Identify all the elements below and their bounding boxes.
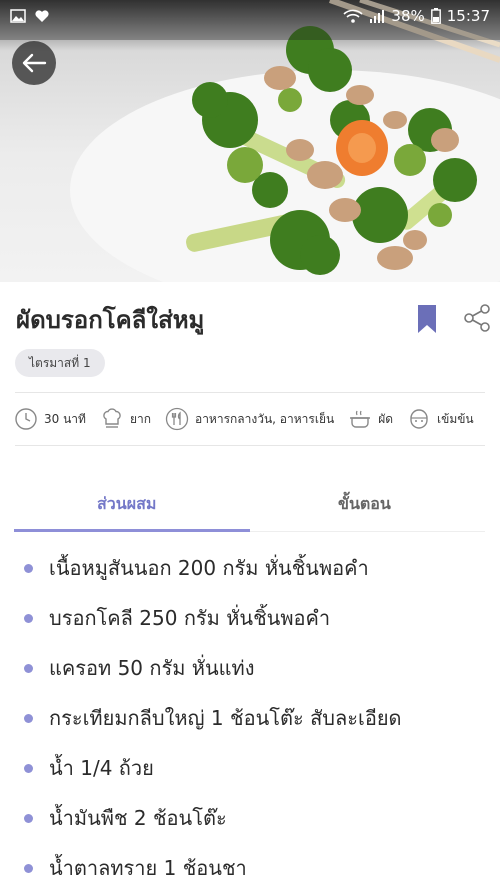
ingredient-item: กระเทียมกลีบใหญ่ 1 ช้อนโต๊ะ สับละเอียด [0, 703, 500, 733]
ingredient-item: เนื้อหมูสันนอก 200 กรัม หั่นชิ้นพอคำ [0, 553, 500, 583]
arrow-left-icon [22, 53, 47, 73]
ingredient-item: น้ำมันพืช 2 ช้อนโต๊ะ [0, 803, 500, 833]
info-taste: เข้มข้น [407, 407, 474, 431]
bullet-dot [24, 813, 33, 823]
ingredient-item: น้ำตาลทราย 1 ช้อนชา [0, 853, 500, 883]
bullet-dot [24, 713, 33, 723]
wifi-icon [343, 9, 363, 23]
chef-hat-icon [103, 408, 121, 428]
info-time: 30 นาที [14, 407, 86, 431]
tab-bar-divider [250, 531, 485, 532]
gallery-icon [10, 9, 26, 23]
bullet-dot [24, 863, 33, 873]
battery-icon [430, 8, 441, 24]
food-photo [0, 0, 500, 282]
ingredient-text: กระเทียมกลีบใหญ่ 1 ช้อนโต๊ะ สับละเอียด [49, 706, 402, 730]
ingredient-item: น้ำ 1/4 ถ้วย [0, 753, 500, 783]
bullet-dot [24, 663, 33, 673]
ingredient-text: น้ำ 1/4 ถ้วย [49, 756, 154, 780]
bullet-dot [24, 763, 33, 773]
info-meal: อาหารกลางวัน, อาหารเย็น [165, 407, 334, 431]
ingredient-text: บรอกโคลี 250 กรัม หั่นชิ้นพอคำ [49, 606, 331, 630]
heart-icon [35, 10, 49, 22]
status-bar: 38% 15:37 [0, 0, 500, 32]
tab-steps[interactable]: ขั้นตอน [338, 492, 391, 517]
recipe-hero-image [0, 0, 500, 282]
ingredient-text: แครอท 50 กรัม หั่นแท่ง [49, 656, 255, 680]
info-method: ผัด [348, 407, 393, 431]
divider-top [15, 392, 485, 393]
back-button[interactable] [12, 41, 56, 85]
divider-info [15, 445, 485, 446]
active-tab-indicator [14, 529, 250, 532]
ingredient-item: แครอท 50 กรัม หั่นแท่ง [0, 653, 500, 683]
recipe-title: ผัดบรอกโคลีใส่หมู [16, 306, 205, 334]
pot-icon [350, 410, 371, 428]
clock-icon [15, 408, 37, 430]
info-method-label: ผัด [378, 411, 394, 426]
info-difficulty-label: ยาก [129, 411, 151, 426]
battery-percent: 38% [391, 7, 425, 25]
ingredient-item: บรอกโคลี 250 กรัม หั่นชิ้นพอคำ [0, 603, 500, 633]
info-taste-label: เข้มข้น [437, 411, 474, 426]
ingredient-text: น้ำตาลทราย 1 ช้อนชา [49, 856, 247, 880]
recipe-info-row: 30 นาที ยาก อาหารกลางวัน, อาหารเย็น ผัด [14, 404, 494, 434]
info-meal-label: อาหารกลางวัน, อาหารเย็น [194, 411, 335, 426]
trimester-tag[interactable]: ไตรมาสที่ 1 [15, 349, 105, 377]
cutlery-icon [165, 407, 189, 431]
taste-face-icon [410, 409, 428, 429]
signal-icon [370, 10, 385, 23]
ingredient-text: เนื้อหมูสันนอก 200 กรัม หั่นชิ้นพอคำ [49, 556, 369, 580]
info-difficulty: ยาก [100, 407, 151, 431]
ingredient-text: น้ำมันพืช 2 ช้อนโต๊ะ [49, 806, 227, 830]
bookmark-icon[interactable] [416, 304, 438, 334]
clock: 15:37 [446, 7, 490, 25]
bullet-dot [24, 613, 33, 623]
tab-ingredients[interactable]: ส่วนผสม [97, 492, 156, 517]
share-icon[interactable] [462, 303, 492, 333]
info-time-label: 30 นาที [44, 411, 86, 426]
bullet-dot [24, 563, 33, 573]
